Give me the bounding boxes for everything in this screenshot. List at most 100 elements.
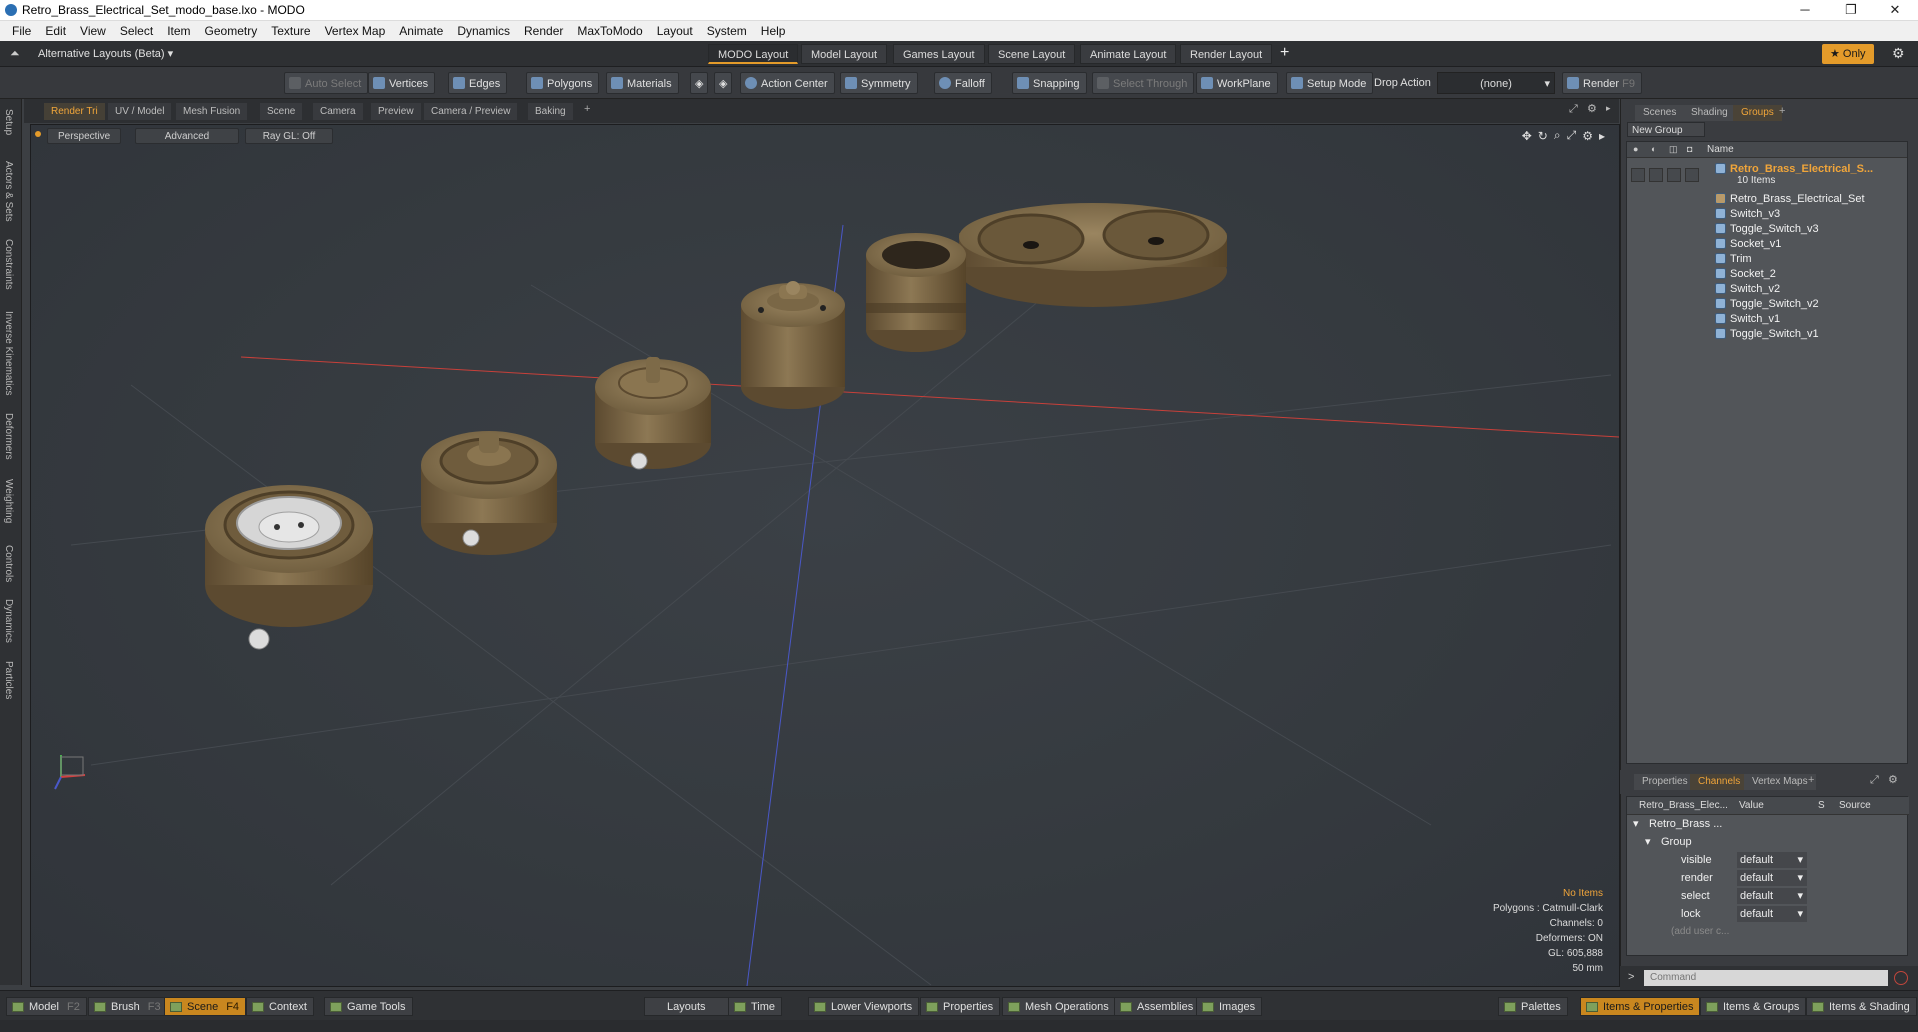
tab-scene[interactable]: Scene [260,103,303,120]
expand-arrow-icon[interactable]: ▾ [1645,833,1651,851]
menu-animate[interactable]: Animate [392,21,450,41]
prop-gear-icon[interactable]: ⚙ [1888,773,1898,786]
tab-render-layout[interactable]: Render Layout [1180,44,1273,64]
items-properties-button[interactable]: Items & Properties [1580,997,1701,1016]
expand-icon[interactable]: ⤢ [1569,103,1578,116]
maximize-button[interactable]: ❐ [1828,0,1874,21]
menu-render[interactable]: Render [517,21,570,41]
select-through-button[interactable]: Select Through [1092,72,1195,94]
list-item[interactable]: Toggle_Switch_v1 [1715,325,1819,343]
channel-row[interactable]: lock default ▾ [1627,905,1909,923]
auto-select-button[interactable]: Auto Select [284,72,369,94]
menu-system[interactable]: System [700,21,754,41]
viewport-menu-icon[interactable]: ▸ [1606,103,1611,114]
collapse-icon[interactable]: ⏶ [10,46,20,61]
minimize-button[interactable]: ─ [1782,0,1828,21]
tab-groups[interactable]: Groups [1733,105,1782,121]
channel-value-select[interactable]: default ▾ [1737,906,1807,922]
group-lock-toggle[interactable] [1667,168,1681,182]
tab-mesh-fusion[interactable]: Mesh Fusion [176,103,248,120]
tab-modo-layout[interactable]: MODO Layout [708,44,799,64]
close-button[interactable]: ✕ [1872,0,1918,21]
menu-edit[interactable]: Edit [38,21,73,41]
component-select-icon[interactable]: ◈ [690,72,709,94]
game-tools-button[interactable]: Game Tools [324,997,413,1016]
mesh-operations-button[interactable]: Mesh Operations [1002,997,1116,1016]
add-user-channel-row[interactable]: (add user c... [1627,923,1909,941]
action-center-button[interactable]: Action Center [740,72,835,94]
group-visibility-toggle[interactable] [1631,168,1645,182]
channel-group-row[interactable]: ▾ Group [1627,833,1909,851]
channel-root-row[interactable]: ▾ Retro_Brass ... [1627,815,1909,833]
menu-vertex-map[interactable]: Vertex Map [318,21,393,41]
menu-layout[interactable]: Layout [650,21,700,41]
sidebar-tab-particles[interactable]: Particles [3,661,14,699]
tab-model-layout[interactable]: Model Layout [801,44,888,64]
properties-button[interactable]: Properties [920,997,1001,1016]
tab-camera-preview[interactable]: Camera / Preview [424,103,518,120]
menu-geometry[interactable]: Geometry [198,21,265,41]
symmetry-button[interactable]: Symmetry [840,72,918,94]
menu-file[interactable]: File [5,21,38,41]
tab-scenes[interactable]: Scenes [1635,105,1685,121]
menu-texture[interactable]: Texture [264,21,317,41]
sidebar-tab-deformers[interactable]: Deformers [3,413,14,460]
tab-channels[interactable]: Channels [1690,774,1749,790]
add-prop-tab-icon[interactable]: + [1808,774,1814,786]
menu-dynamics[interactable]: Dynamics [450,21,517,41]
expand-arrow-icon[interactable]: ▾ [1633,815,1639,833]
channel-row[interactable]: select default ▾ [1627,887,1909,905]
tab-games-layout[interactable]: Games Layout [893,44,985,64]
sidebar-tab-setup[interactable]: Setup [3,109,14,135]
record-icon[interactable] [1894,971,1908,985]
vertices-button[interactable]: Vertices [368,72,436,94]
tab-uv-model[interactable]: UV / Model [108,103,172,120]
setup-mode-button[interactable]: Setup Mode [1286,72,1374,94]
brush-button[interactable]: Brush F3 [88,997,168,1016]
add-tab-icon[interactable]: + [584,103,590,115]
gear-icon[interactable]: ⚙ [1892,45,1905,62]
command-input[interactable] [1644,970,1888,986]
lower-viewports-button[interactable]: Lower Viewports [808,997,920,1016]
context-button[interactable]: Context [246,997,314,1016]
prop-expand-icon[interactable]: ⤢ [1870,774,1879,787]
render-button[interactable]: Render F9 [1562,72,1642,94]
model-button[interactable]: Model F2 [6,997,87,1016]
group-render-toggle[interactable] [1649,168,1663,182]
3d-viewport[interactable]: Perspective Advanced Ray GL: Off ✥ ↻ ⌕ ⤢… [30,124,1620,987]
tab-vertex-maps[interactable]: Vertex Maps [1744,774,1816,790]
group-select-toggle[interactable] [1685,168,1699,182]
menu-select[interactable]: Select [113,21,160,41]
menu-view[interactable]: View [73,21,113,41]
tab-properties[interactable]: Properties [1634,774,1696,790]
items-groups-button[interactable]: Items & Groups [1700,997,1807,1016]
snapping-button[interactable]: Snapping [1012,72,1087,94]
images-button[interactable]: Images [1196,997,1263,1016]
add-layout-button[interactable]: + [1280,44,1289,62]
workplane-button[interactable]: WorkPlane [1196,72,1278,94]
sidebar-tab-inverse-kinematics[interactable]: Inverse Kinematics [3,311,14,395]
scene-button[interactable]: Scene F4 [164,997,247,1016]
channel-value-select[interactable]: default ▾ [1737,870,1807,886]
drop-action-select[interactable]: (none) ▾ [1437,72,1555,94]
menu-item[interactable]: Item [160,21,197,41]
new-group-button[interactable]: New Group [1627,122,1705,137]
tab-render-tri[interactable]: Render Tri [44,103,105,120]
time-button[interactable]: Time [728,997,783,1016]
edges-button[interactable]: Edges [448,72,508,94]
layouts-button[interactable]: Layouts [644,997,729,1016]
only-button[interactable]: ★ Only [1822,44,1874,64]
channel-row[interactable]: render default ▾ [1627,869,1909,887]
channel-row[interactable]: visible default ▾ [1627,851,1909,869]
tab-scene-layout[interactable]: Scene Layout [988,44,1076,64]
tab-preview[interactable]: Preview [371,103,421,120]
channel-value-select[interactable]: default ▾ [1737,852,1807,868]
tab-baking[interactable]: Baking [528,103,573,120]
group-row[interactable]: Retro_Brass_Electrical_S... 10 Items [1627,160,1907,190]
layout-switcher[interactable]: Alternative Layouts (Beta) ▾ [38,47,173,60]
item-select-icon[interactable]: ◈ [714,72,733,94]
channel-value-select[interactable]: default ▾ [1737,888,1807,904]
add-panel-tab-icon[interactable]: + [1779,105,1785,117]
sidebar-tab-controls[interactable]: Controls [3,545,14,582]
tab-shading[interactable]: Shading [1683,105,1736,121]
